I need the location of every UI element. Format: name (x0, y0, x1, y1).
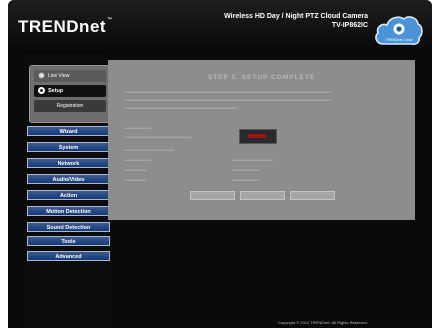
cancel-button[interactable] (290, 191, 335, 200)
summary-label-2: ▬▬▬▬▬▬▬▬▬▬▬▬▬▬▬ (124, 134, 192, 139)
header: TRENDnet™ Wireless HD Day / Night PTZ Cl… (8, 0, 432, 55)
menu-advanced[interactable]: Advanced (27, 251, 110, 261)
product-model: TV-IP862IC (331, 22, 368, 29)
summary-label-6: ▬▬▬▬▬ (124, 177, 147, 182)
summary-value-6: ▬▬▬▬▬▬ (232, 177, 259, 182)
summary-value-4: ▬▬▬▬▬▬▬▬▬ (232, 157, 273, 162)
menu-tools[interactable]: Tools (27, 236, 110, 246)
menu-system[interactable]: System (27, 142, 110, 152)
description-line-2: ▬▬▬▬▬▬▬▬▬▬▬▬▬▬▬▬▬▬▬▬▬▬▬▬▬▬▬▬▬▬▬▬▬▬▬▬▬▬▬▬… (124, 97, 331, 102)
menu-sound-detection[interactable]: Sound Detection (27, 222, 110, 232)
summary-value-5: ▬▬▬▬▬▬ (232, 167, 259, 172)
radio-selected-icon[interactable] (38, 87, 45, 94)
trendnet-logo[interactable]: TRENDnet™ (18, 17, 113, 37)
indicator-red-bar (248, 134, 266, 138)
apply-button[interactable] (240, 191, 285, 200)
status-indicator (239, 129, 277, 144)
summary-label-1: ▬▬▬▬▬▬ (124, 125, 151, 130)
summary-label-3: ▬▬▬▬▬▬▬▬▬▬▬ (124, 147, 174, 152)
back-button[interactable] (190, 191, 235, 200)
cloud-badge-icon: TRENDnet Cloud (375, 16, 423, 46)
description-line-3: ▬▬▬▬▬▬▬▬▬▬▬▬▬▬▬▬▬▬▬▬▬▬▬▬▬ (124, 105, 237, 110)
menu-wizard[interactable]: Wizard (27, 126, 110, 136)
summary-label-5: ▬▬▬▬▬ (124, 167, 147, 172)
mode-selector: Live View Setup Registration (29, 65, 111, 123)
setup-option[interactable]: Setup (34, 85, 106, 97)
radio-icon[interactable] (38, 72, 45, 79)
setup-label: Setup (48, 88, 64, 94)
live-view-label: Live View (48, 73, 70, 79)
menu-network[interactable]: Network (27, 158, 110, 168)
description-line-1: ▬▬▬▬▬▬▬▬▬▬▬▬▬▬▬▬▬▬▬▬▬▬▬▬▬▬▬▬▬▬▬▬▬▬▬▬▬▬▬▬… (124, 89, 331, 94)
menu-action[interactable]: Action (27, 190, 110, 200)
setup-complete-panel: STEP 5. SETUP COMPLETE ▬▬▬▬▬▬▬▬▬▬▬▬▬▬▬▬▬… (108, 60, 415, 220)
registration-button[interactable]: Registration (34, 100, 106, 112)
summary-label-4: ▬▬▬▬▬▬ (124, 157, 151, 162)
live-view-option[interactable]: Live View (34, 70, 106, 82)
copyright-text: Copyright © 2012 TRENDnet. All Rights Re… (278, 320, 368, 325)
app-window: TRENDnet™ Wireless HD Day / Night PTZ Cl… (8, 0, 432, 328)
left-sidebar: Live View Setup Registration Wizard Syst… (20, 54, 111, 328)
cloud-badge-text: TRENDnet Cloud (385, 38, 412, 42)
step-title: STEP 5. SETUP COMPLETE (207, 74, 316, 81)
menu-audio-video[interactable]: Audio/Video (27, 174, 110, 184)
product-title: Wireless HD Day / Night PTZ Cloud Camera (224, 13, 368, 20)
menu-motion-detection[interactable]: Motion Detection (27, 206, 110, 216)
